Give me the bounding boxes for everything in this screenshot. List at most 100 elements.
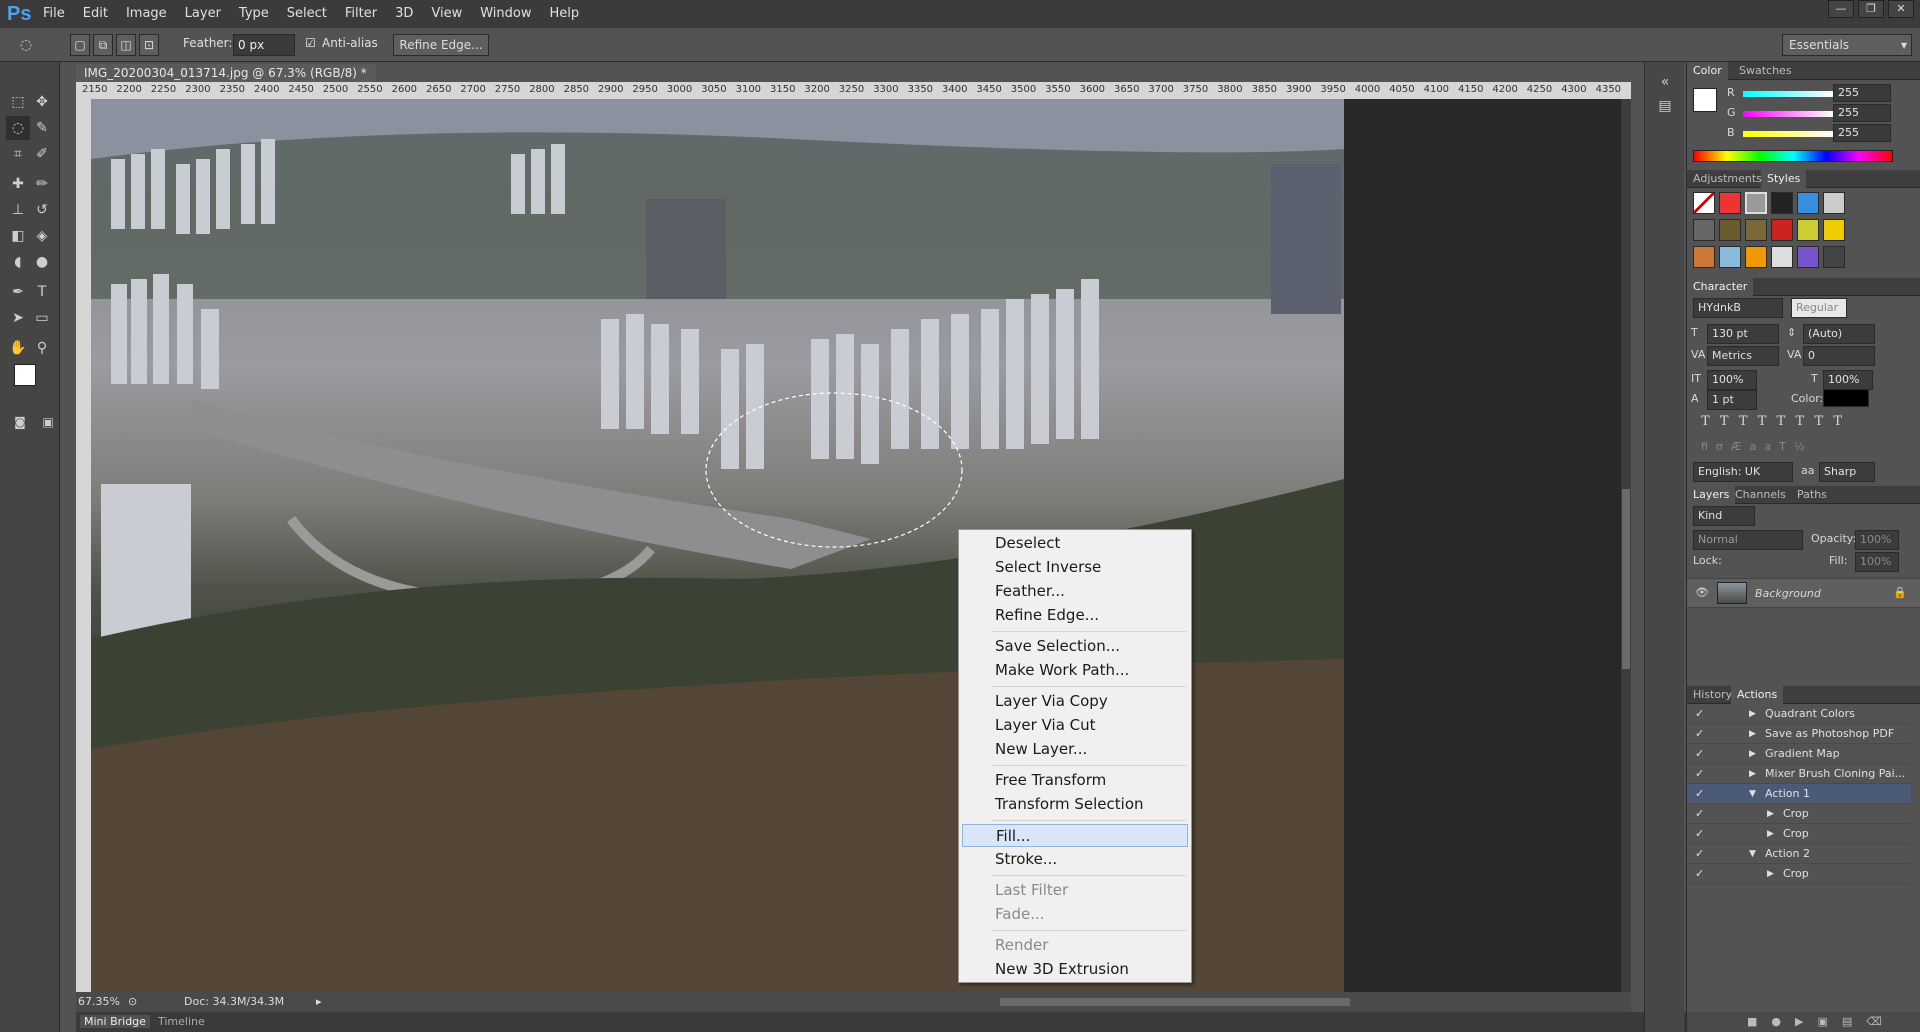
add-selection-icon[interactable]: ⧉ — [93, 34, 113, 56]
move-tool-icon[interactable]: ✥ — [30, 90, 54, 114]
style-swatch[interactable] — [1719, 219, 1741, 241]
r-slider[interactable] — [1743, 91, 1833, 97]
color-spectrum[interactable] — [1693, 150, 1893, 162]
quick-select-tool-icon[interactable]: ✎ — [30, 116, 54, 140]
menu-select[interactable]: Select — [278, 0, 336, 28]
menu-item-make-work-path[interactable]: Make Work Path... — [962, 659, 1188, 682]
style-swatch[interactable] — [1719, 246, 1741, 268]
tab-swatches[interactable]: Swatches — [1733, 62, 1798, 80]
menu-item-select-inverse[interactable]: Select Inverse — [962, 556, 1188, 579]
tab-color[interactable]: Color — [1687, 62, 1728, 80]
dodge-tool-icon[interactable]: ● — [30, 250, 54, 274]
actions-toolbar[interactable]: ■●▶▣▤⌫ — [1687, 1012, 1920, 1032]
style-swatch[interactable] — [1823, 192, 1845, 214]
menu-view[interactable]: View — [422, 0, 471, 28]
baseline-shift-field[interactable]: 1 pt — [1707, 390, 1757, 410]
layer-kind-filter[interactable]: Kind — [1693, 506, 1755, 526]
zoom-tool-icon[interactable]: ⚲ — [30, 336, 54, 360]
style-swatch[interactable] — [1693, 219, 1715, 241]
style-swatch[interactable] — [1745, 192, 1767, 214]
collapse-panels-icon[interactable]: « — [1653, 70, 1677, 94]
menu-item-new-layer[interactable]: New Layer... — [962, 738, 1188, 761]
vertical-scrollbar[interactable] — [1621, 99, 1631, 992]
menu-item-layer-via-copy[interactable]: Layer Via Copy — [962, 690, 1188, 713]
type-tool-icon[interactable]: T — [30, 280, 54, 304]
path-select-icon[interactable]: ➤ — [6, 306, 30, 330]
blur-tool-icon[interactable]: ◖ — [6, 250, 30, 274]
menu-item-stroke[interactable]: Stroke... — [962, 848, 1188, 871]
style-swatch[interactable] — [1719, 192, 1741, 214]
style-swatch[interactable] — [1797, 246, 1819, 268]
eyedropper-tool-icon[interactable]: ✐ — [30, 142, 54, 166]
eye-icon[interactable]: 👁 — [1695, 586, 1709, 599]
action-row[interactable]: ✓ ▶ Crop — [1687, 824, 1911, 844]
tab-styles[interactable]: Styles — [1761, 170, 1807, 188]
refine-edge-button[interactable]: Refine Edge... — [393, 34, 489, 56]
menu-item-fill[interactable]: Fill... — [962, 824, 1188, 847]
scroll-thumb[interactable] — [1622, 489, 1630, 669]
tab-adjustments[interactable]: Adjustments — [1687, 170, 1768, 188]
tracking-field[interactable]: 0 — [1803, 346, 1875, 366]
font-family-select[interactable]: HYdnkB — [1693, 298, 1783, 318]
lasso-tool-icon[interactable]: ◌ — [6, 116, 30, 140]
style-swatch[interactable] — [1771, 219, 1793, 241]
layer-name[interactable]: Background — [1755, 587, 1821, 600]
fill-field[interactable]: 100% — [1855, 552, 1899, 572]
style-swatch[interactable] — [1823, 246, 1845, 268]
canvas-area[interactable] — [91, 99, 1631, 992]
action-row[interactable]: ✓ ▶ Gradient Map — [1687, 744, 1911, 764]
action-row[interactable]: ✓ ▶ Mixer Brush Cloning Pai... — [1687, 764, 1911, 784]
action-row[interactable]: ✓ ▼ Action 1 — [1687, 784, 1911, 804]
pen-tool-icon[interactable]: ✒ — [6, 280, 30, 304]
tab-paths[interactable]: Paths — [1791, 486, 1833, 504]
minimize-button[interactable]: — — [1828, 0, 1854, 18]
leading-field[interactable]: (Auto) — [1803, 324, 1875, 344]
action-row[interactable]: ✓ ▶ Crop — [1687, 864, 1911, 884]
action-row[interactable]: ✓ ▶ Save as Photoshop PDF — [1687, 724, 1911, 744]
b-slider[interactable] — [1743, 131, 1833, 137]
menu-item-new-3d-extrusion[interactable]: New 3D Extrusion — [962, 958, 1188, 981]
crop-tool-icon[interactable]: ⌗ — [6, 142, 30, 166]
history-panel-icon[interactable]: ▤ — [1653, 94, 1677, 118]
style-swatch[interactable] — [1693, 246, 1715, 268]
color-fg-swatch[interactable] — [1693, 88, 1717, 112]
restore-button[interactable]: ❐ — [1858, 0, 1884, 18]
subtract-selection-icon[interactable]: ◫ — [116, 34, 136, 56]
menu-item-layer-via-cut[interactable]: Layer Via Cut — [962, 714, 1188, 737]
status-menu-icon[interactable]: ▸ — [316, 992, 322, 1012]
style-none-swatch[interactable] — [1693, 192, 1715, 214]
eraser-tool-icon[interactable]: ◧ — [6, 224, 30, 248]
menu-layer[interactable]: Layer — [176, 0, 230, 28]
menu-edit[interactable]: Edit — [74, 0, 117, 28]
screen-mode-icon[interactable]: ▣ — [36, 410, 60, 434]
style-swatch[interactable] — [1797, 192, 1819, 214]
tab-actions[interactable]: Actions — [1731, 686, 1784, 704]
menu-3d[interactable]: 3D — [386, 0, 422, 28]
style-swatch[interactable] — [1771, 192, 1793, 214]
horizontal-scroll-thumb[interactable] — [1000, 998, 1350, 1006]
hand-tool-icon[interactable]: ✋ — [6, 336, 30, 360]
menu-filter[interactable]: Filter — [336, 0, 386, 28]
menu-image[interactable]: Image — [117, 0, 176, 28]
clone-stamp-icon[interactable]: ⊥ — [6, 198, 30, 222]
intersect-selection-icon[interactable]: ⊡ — [139, 34, 159, 56]
b-value[interactable]: 255 — [1833, 124, 1891, 142]
opacity-field[interactable]: 100% — [1855, 530, 1899, 550]
style-swatch[interactable] — [1771, 246, 1793, 268]
workspace-select[interactable]: Essentials ▾ — [1782, 34, 1912, 56]
action-row[interactable]: ✓ ▶ Quadrant Colors — [1687, 704, 1911, 724]
style-swatch[interactable] — [1823, 219, 1845, 241]
tab-timeline[interactable]: Timeline — [158, 1015, 205, 1028]
text-color-swatch[interactable] — [1823, 389, 1869, 407]
g-value[interactable]: 255 — [1833, 104, 1891, 122]
history-brush-icon[interactable]: ↺ — [30, 198, 54, 222]
horizontal-scale-field[interactable]: 100% — [1823, 370, 1873, 390]
language-select[interactable]: English: UK — [1693, 462, 1793, 482]
tab-character[interactable]: Character — [1687, 278, 1754, 296]
tab-channels[interactable]: Channels — [1729, 486, 1792, 504]
tab-mini-bridge[interactable]: Mini Bridge — [80, 1015, 150, 1028]
menu-type[interactable]: Type — [230, 0, 278, 28]
paint-bucket-icon[interactable]: ◈ — [30, 224, 54, 248]
quick-mask-icon[interactable]: ◙ — [8, 410, 32, 434]
r-value[interactable]: 255 — [1833, 84, 1891, 102]
